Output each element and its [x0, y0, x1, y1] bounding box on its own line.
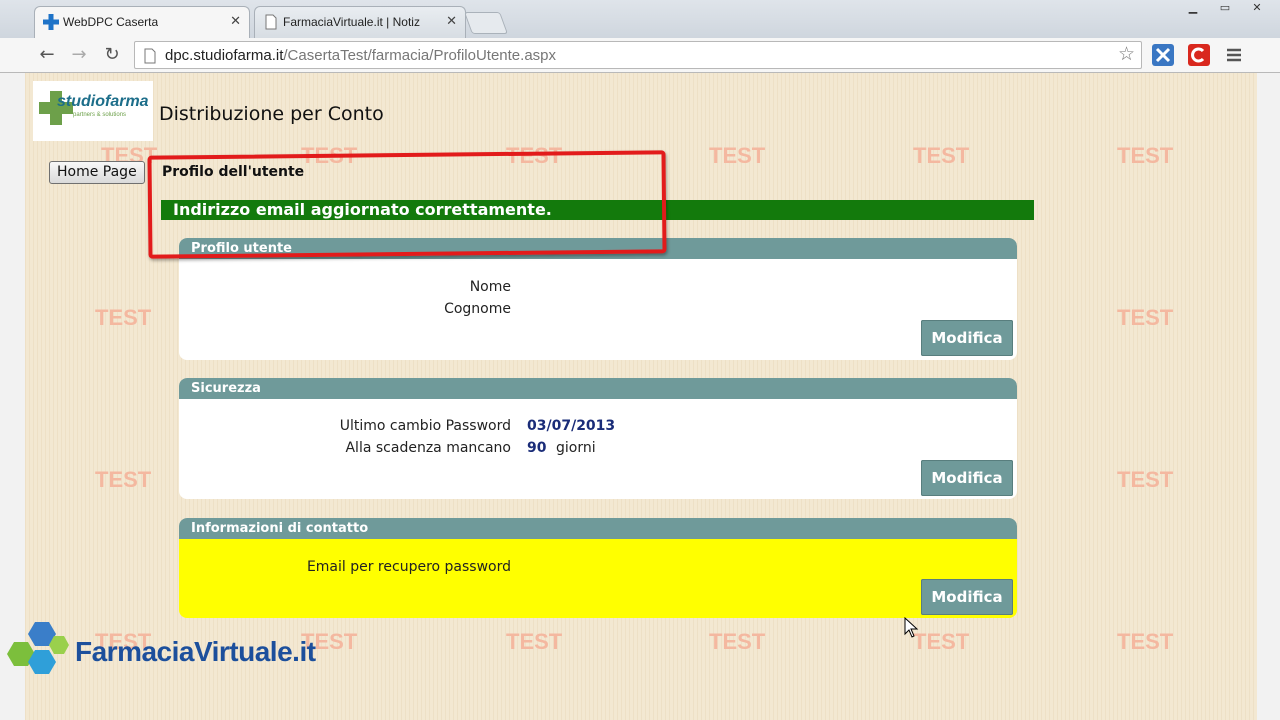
watermark: TEST: [913, 143, 970, 168]
extension-c-icon[interactable]: [1188, 44, 1210, 66]
watermark: TEST: [1117, 467, 1174, 492]
url-text: dpc.studiofarma.it/CasertaTest/farmacia/…: [165, 47, 556, 64]
mouse-cursor-icon: [904, 617, 919, 638]
page-viewport: TEST TEST TEST TEST TEST TEST TEST TEST …: [25, 73, 1257, 720]
tab-webdpc[interactable]: WebDPC Caserta ✕: [34, 6, 250, 38]
url-path: /CasertaTest/farmacia/ProfiloUtente.aspx: [283, 47, 557, 64]
new-tab-button[interactable]: [463, 12, 509, 34]
tab-title: FarmaciaVirtuale.it | Notiz: [283, 15, 420, 29]
edit-contact-button[interactable]: Modifica: [921, 579, 1013, 615]
annotation-highlight-box: [147, 150, 667, 259]
page-icon: [265, 14, 277, 30]
watermark: TEST: [913, 629, 970, 654]
watermark: TEST: [506, 629, 563, 654]
window-close-icon[interactable]: ✕: [1244, 0, 1270, 18]
expiry-days-value: 90: [527, 440, 547, 456]
logo-text: studiofarma: [57, 93, 149, 110]
cognome-label: Cognome: [444, 301, 511, 317]
recovery-email-label: Email per recupero password: [306, 559, 511, 575]
logo-subtitle: partners & solutions: [73, 112, 127, 118]
last-password-change-value: 03/07/2013: [527, 418, 616, 434]
last-password-change-label: Ultimo cambio Password: [339, 418, 511, 434]
watermark: TEST: [95, 467, 152, 492]
edit-profile-button[interactable]: Modifica: [921, 320, 1013, 356]
hamburger-icon: [1227, 48, 1241, 62]
panel-body: Nome Cognome Modifica: [179, 259, 1017, 360]
tab-title: WebDPC Caserta: [63, 15, 159, 29]
watermark: TEST: [709, 629, 766, 654]
close-tab-icon[interactable]: ✕: [230, 13, 241, 29]
panel-header: Informazioni di contatto: [179, 518, 1017, 539]
reload-icon[interactable]: ↻: [101, 44, 123, 66]
x-icon: [1155, 47, 1171, 63]
site-title: Distribuzione per Conto: [159, 103, 384, 125]
security-panel: Sicurezza Ultimo cambio Password 03/07/2…: [179, 378, 1017, 499]
watermark: TEST: [95, 305, 152, 330]
farmaciavirtuale-brand-text: FarmaciaVirtuale.it: [75, 636, 316, 667]
edit-security-button[interactable]: Modifica: [921, 460, 1013, 496]
menu-icon[interactable]: [1223, 44, 1245, 66]
browser-tab-bar: WebDPC Caserta ✕ FarmaciaVirtuale.it | N…: [0, 0, 1280, 38]
expiry-label: Alla scadenza mancano: [345, 440, 511, 456]
close-tab-icon[interactable]: ✕: [446, 13, 457, 29]
tab-farmaciavirtuale[interactable]: FarmaciaVirtuale.it | Notiz ✕: [254, 6, 466, 38]
home-page-button[interactable]: Home Page: [49, 161, 145, 184]
medical-cross-icon: [43, 14, 59, 30]
watermark: TEST: [1117, 305, 1174, 330]
bookmark-star-icon[interactable]: ☆: [1118, 43, 1135, 65]
watermark: TEST: [1117, 143, 1174, 168]
panel-header: Sicurezza: [179, 378, 1017, 399]
minimize-icon[interactable]: ▁: [1180, 0, 1206, 18]
contact-panel: Informazioni di contatto Email per recup…: [179, 518, 1017, 618]
watermark: TEST: [1117, 629, 1174, 654]
expiry-unit: giorni: [556, 440, 596, 456]
studiofarma-logo: studiofarma partners & solutions: [33, 81, 153, 141]
page-icon: [144, 48, 156, 64]
maximize-icon[interactable]: ▭: [1212, 0, 1238, 18]
panel-body: Email per recupero password Modifica: [179, 539, 1017, 618]
farmaciavirtuale-logo-icon: [7, 622, 69, 674]
extension-x-icon[interactable]: [1152, 44, 1174, 66]
forward-arrow-icon[interactable]: →: [68, 44, 90, 66]
url-host: dpc.studiofarma.it: [165, 47, 284, 64]
c-letter-icon: [1191, 47, 1205, 63]
panel-body: Ultimo cambio Password 03/07/2013 Alla s…: [179, 399, 1017, 499]
nome-label: Nome: [469, 279, 511, 295]
watermark: TEST: [709, 143, 766, 168]
back-arrow-icon[interactable]: ←: [36, 44, 58, 66]
address-bar[interactable]: dpc.studiofarma.it/CasertaTest/farmacia/…: [134, 41, 1142, 69]
